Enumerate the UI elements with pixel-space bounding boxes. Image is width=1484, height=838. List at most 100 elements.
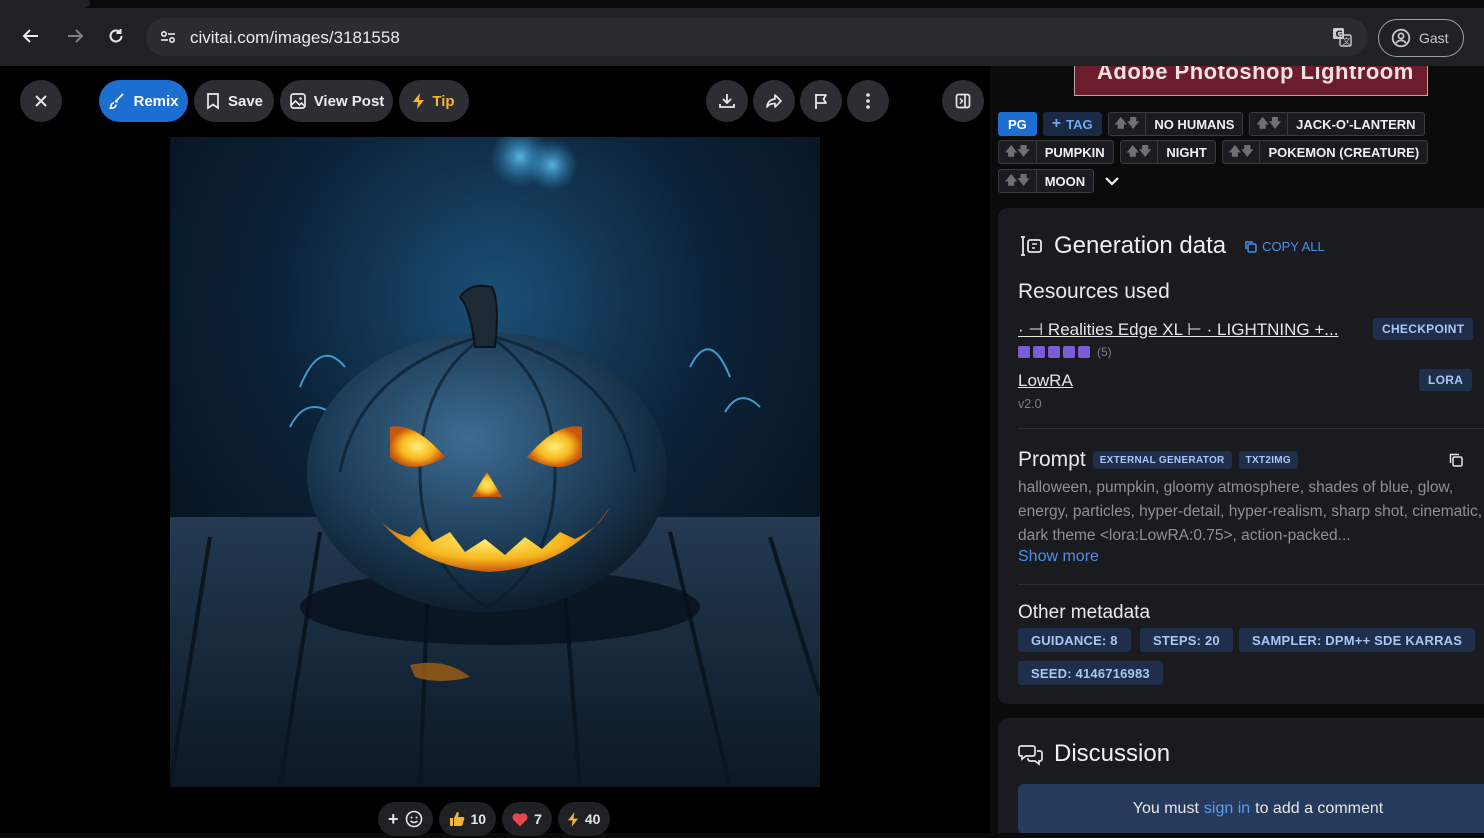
copy-all-button[interactable]: COPY ALL bbox=[1244, 239, 1325, 254]
profile-label: Gast bbox=[1419, 30, 1449, 46]
copy-all-label: COPY ALL bbox=[1262, 238, 1325, 254]
lightning-icon bbox=[567, 811, 578, 827]
sidebar-icon bbox=[955, 93, 971, 109]
prompt-badge: TXT2IMG bbox=[1238, 451, 1298, 469]
tag-row: 🡅🡇 PUMPKIN 🡅🡇 NIGHT 🡅🡇 POKEMON (CREATURE… bbox=[998, 140, 1429, 164]
tag-chip[interactable]: 🡅🡇 NO HUMANS bbox=[1107, 112, 1244, 136]
vote-arrows-icon[interactable]: 🡅🡇 bbox=[1121, 141, 1159, 163]
image-icon bbox=[289, 93, 306, 109]
save-button[interactable]: Save bbox=[194, 80, 274, 122]
star-icon bbox=[1063, 346, 1075, 358]
download-icon bbox=[719, 94, 735, 108]
chat-bubbles-icon bbox=[1018, 745, 1043, 766]
add-reaction-button[interactable]: + bbox=[378, 802, 433, 836]
resource-link[interactable]: · ⊣ Realities Edge XL ⊢ · LIGHTNING +... bbox=[1018, 320, 1338, 340]
metadata-badge: SEED: 4146716983 bbox=[1018, 661, 1163, 685]
tag-label: NO HUMANS bbox=[1154, 116, 1235, 132]
back-arrow-icon[interactable] bbox=[19, 24, 43, 48]
generation-data-icon bbox=[1021, 236, 1042, 256]
remix-label: Remix bbox=[133, 92, 179, 110]
image-viewer: Remix Save View Post Tip + 10 7 40 bbox=[0, 66, 990, 836]
browser-toolbar: civitai.com/images/3181558 G文 Gast bbox=[0, 0, 1484, 66]
smiley-icon bbox=[405, 810, 422, 828]
metadata-badge: GUIDANCE: 8 bbox=[1018, 628, 1131, 652]
buzz-reaction-button[interactable]: 40 bbox=[557, 802, 611, 836]
star-icon bbox=[1078, 346, 1090, 358]
toggle-sidebar-button[interactable] bbox=[942, 80, 984, 122]
resource-version: v2.0 bbox=[1018, 397, 1042, 411]
vote-arrows-icon[interactable]: 🡅🡇 bbox=[999, 170, 1037, 192]
thumbs-up-icon bbox=[449, 812, 464, 826]
site-settings-icon[interactable] bbox=[156, 26, 180, 48]
tag-chip[interactable]: 🡅🡇 PUMPKIN bbox=[998, 140, 1114, 164]
vote-arrows-icon[interactable]: 🡅🡇 bbox=[1250, 113, 1289, 135]
copy-icon bbox=[1245, 240, 1257, 253]
share-button[interactable] bbox=[753, 80, 795, 122]
more-options-button[interactable] bbox=[847, 80, 889, 122]
tag-chip[interactable]: 🡅🡇 NIGHT bbox=[1119, 140, 1216, 164]
generation-data-title: Generation data bbox=[1054, 232, 1227, 259]
close-icon bbox=[35, 95, 47, 107]
generation-data-card: Generation data COPY ALL Resources used … bbox=[998, 208, 1484, 704]
download-button[interactable] bbox=[706, 80, 748, 122]
view-post-button[interactable]: View Post bbox=[280, 80, 393, 122]
bookmark-icon bbox=[207, 93, 219, 110]
vote-arrows-icon[interactable]: 🡅🡇 bbox=[1109, 113, 1147, 135]
sign-in-prompt: You must sign in to add a comment bbox=[1018, 784, 1484, 833]
tip-label: Tip bbox=[432, 92, 455, 110]
expand-tags-button[interactable] bbox=[1100, 169, 1124, 193]
profile-button[interactable]: Gast bbox=[1378, 19, 1464, 57]
brush-icon bbox=[109, 93, 125, 110]
advertisement-banner[interactable]: Adobe Photoshop Lightroom bbox=[1074, 66, 1428, 96]
sign-in-link[interactable]: sign in bbox=[1204, 800, 1250, 818]
tag-label: POKEMON (CREATURE) bbox=[1268, 144, 1420, 160]
report-button[interactable] bbox=[800, 80, 842, 122]
copy-prompt-button[interactable] bbox=[1448, 452, 1464, 473]
like-count: 10 bbox=[470, 811, 487, 827]
plus-icon: + bbox=[1051, 115, 1062, 132]
sign-in-prefix: You must bbox=[1132, 800, 1199, 817]
prompt-title: Prompt bbox=[1018, 448, 1086, 471]
vote-arrows-icon[interactable]: 🡅🡇 bbox=[999, 141, 1037, 163]
vote-arrows-icon[interactable]: 🡅🡇 bbox=[1223, 141, 1261, 163]
show-more-link[interactable]: Show more bbox=[1018, 548, 1099, 566]
resource-link[interactable]: LowRA bbox=[1018, 371, 1073, 391]
tip-button[interactable]: Tip bbox=[399, 80, 469, 122]
discussion-title: Discussion bbox=[1054, 740, 1171, 767]
lightning-icon bbox=[413, 93, 425, 109]
translate-icon[interactable]: G文 bbox=[1332, 27, 1352, 47]
svg-text:文: 文 bbox=[1343, 36, 1351, 46]
tag-chip[interactable]: 🡅🡇 MOON bbox=[998, 169, 1095, 193]
tag-chip[interactable]: 🡅🡇 JACK-O'-LANTERN bbox=[1249, 112, 1425, 136]
rating-badge[interactable]: PG bbox=[998, 112, 1037, 136]
tag-label: PUMPKIN bbox=[1044, 144, 1105, 160]
heart-count: 7 bbox=[534, 811, 542, 827]
add-tag-button[interactable]: + TAG bbox=[1042, 112, 1102, 136]
main-image[interactable] bbox=[170, 137, 820, 787]
remix-button[interactable]: Remix bbox=[99, 80, 188, 122]
tag-label: NIGHT bbox=[1166, 144, 1207, 160]
heart-reaction-button[interactable]: 7 bbox=[502, 802, 552, 836]
rating-stars: (5) bbox=[1018, 345, 1112, 359]
more-vertical-icon bbox=[866, 93, 870, 109]
view-post-label: View Post bbox=[313, 92, 385, 110]
like-reaction-button[interactable]: 10 bbox=[438, 802, 497, 836]
star-icon bbox=[1048, 346, 1060, 358]
metadata-badge: STEPS: 20 bbox=[1140, 628, 1233, 652]
save-label: Save bbox=[227, 92, 264, 110]
star-icon bbox=[1033, 346, 1045, 358]
share-icon bbox=[766, 94, 782, 108]
rating-count: (5) bbox=[1097, 345, 1112, 359]
buzz-count: 40 bbox=[584, 811, 601, 827]
heart-icon bbox=[512, 812, 528, 826]
reload-icon[interactable] bbox=[104, 24, 128, 48]
address-bar[interactable]: civitai.com/images/3181558 G文 bbox=[146, 18, 1368, 56]
tag-chip[interactable]: 🡅🡇 POKEMON (CREATURE) bbox=[1221, 140, 1429, 164]
details-panel: Adobe Photoshop Lightroom PG + TAG 🡅🡇 NO… bbox=[990, 66, 1484, 833]
url-text[interactable]: civitai.com/images/3181558 bbox=[190, 28, 400, 48]
forward-arrow-icon[interactable] bbox=[63, 24, 87, 48]
add-tag-label: TAG bbox=[1066, 116, 1093, 132]
resources-title: Resources used bbox=[1018, 280, 1170, 303]
close-button[interactable] bbox=[20, 80, 62, 122]
tag-row: PG + TAG 🡅🡇 NO HUMANS 🡅🡇 JACK-O'-LANTERN bbox=[998, 112, 1425, 136]
